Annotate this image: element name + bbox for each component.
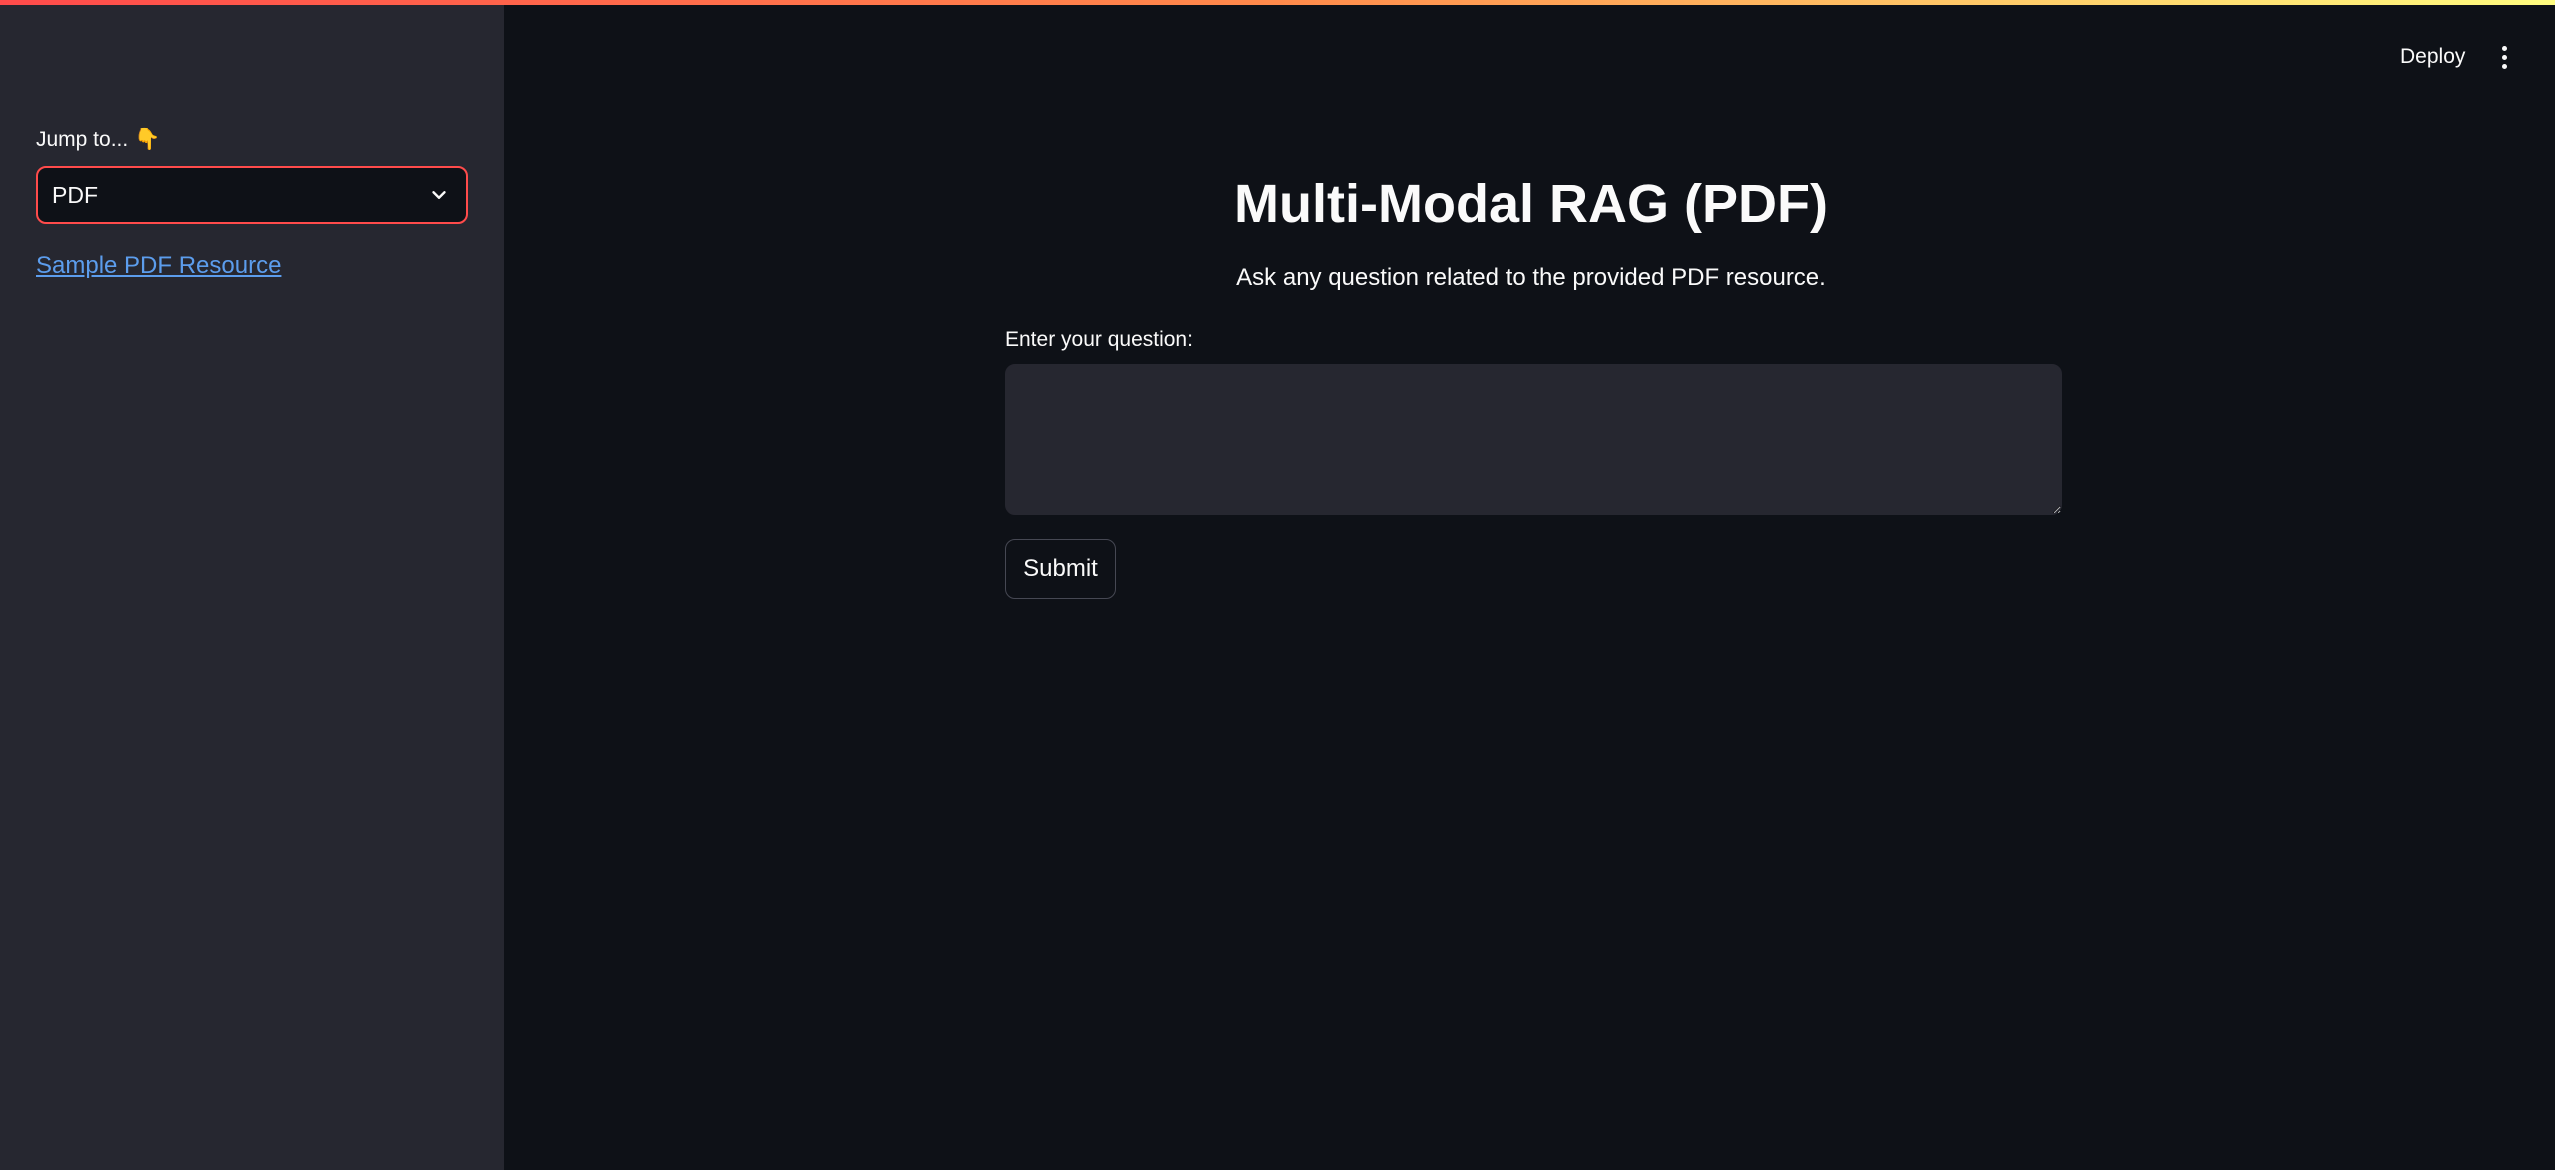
deploy-button[interactable]: Deploy [2390,40,2475,74]
page-subtitle: Ask any question related to the provided… [1236,264,1826,291]
question-input[interactable] [1005,364,2062,515]
page-title: Multi-Modal RAG (PDF) [1234,174,1828,234]
top-decoration-bar [0,0,2555,5]
jump-to-label: Jump to... 👇 [36,128,161,151]
sidebar: Jump to... 👇 PDF Sample PDF Resource [0,0,504,1170]
submit-button[interactable]: Submit [1005,539,1116,599]
page-select-dropdown[interactable]: PDF [36,166,468,224]
question-label: Enter your question: [1005,328,1193,351]
sample-pdf-link[interactable]: Sample PDF Resource [36,252,281,280]
kebab-menu-icon[interactable] [2494,42,2514,72]
page-select-value: PDF [52,181,98,208]
chevron-down-icon [432,191,446,199]
